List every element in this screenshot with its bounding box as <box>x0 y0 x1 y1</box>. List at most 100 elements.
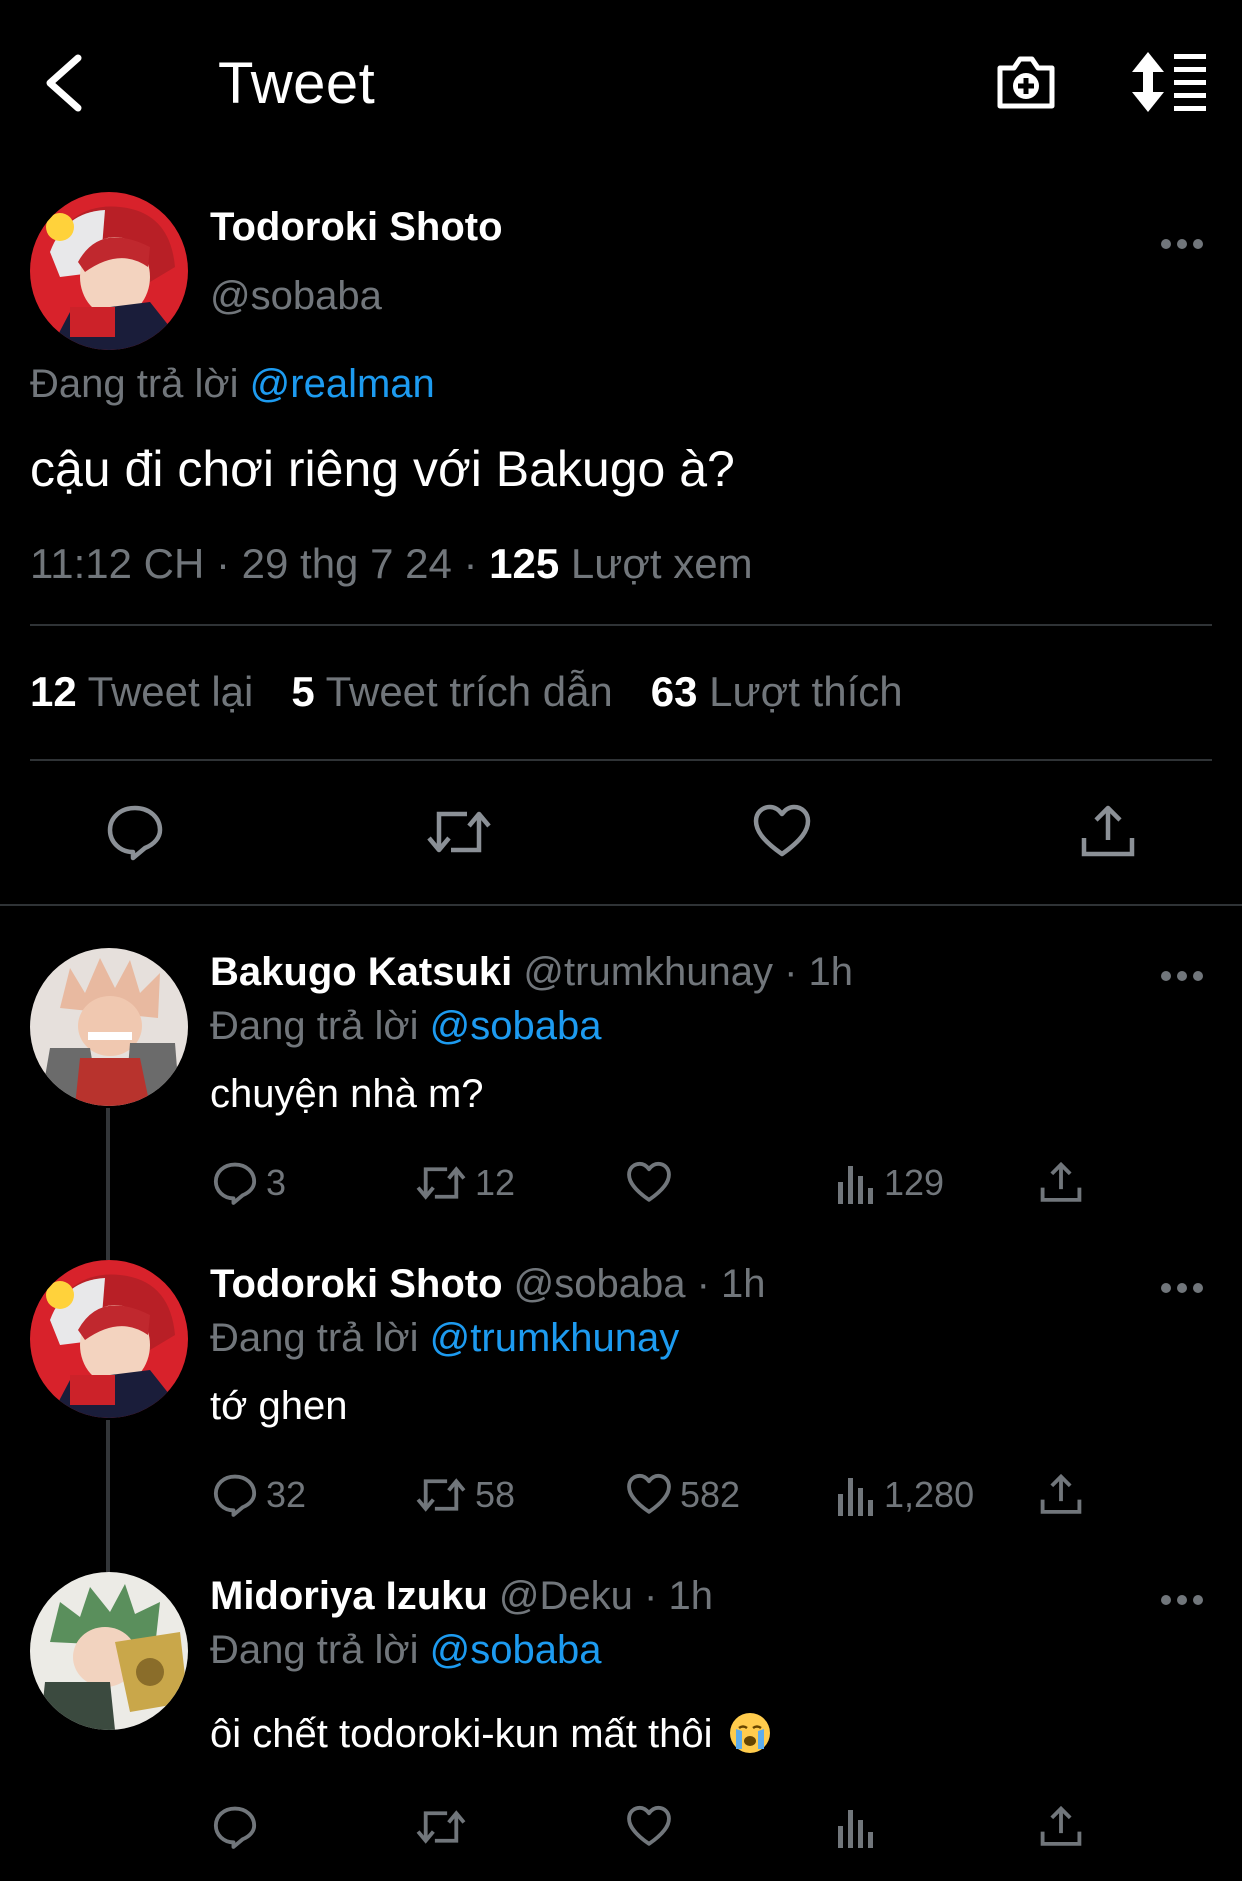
reply-header: Bakugo Katsuki @trumkhunay · 1h <box>210 950 853 995</box>
reply-author-name[interactable]: Bakugo Katsuki <box>210 950 512 994</box>
avatar-todoroki[interactable] <box>30 192 188 350</box>
more-button[interactable] <box>1160 1593 1204 1607</box>
reply-handle-time[interactable]: @Deku · 1h <box>488 1574 713 1618</box>
reply-prefix: Đang trả lời <box>210 1004 430 1048</box>
back-arrow-icon <box>46 54 82 112</box>
like-icon <box>627 1161 671 1202</box>
share-icon <box>1040 1805 1082 1846</box>
divider <box>0 904 1242 906</box>
quotes-label: Tweet trích dẫn <box>314 668 613 715</box>
retweets-count: 12 <box>30 668 77 715</box>
views-count: 125 <box>489 540 560 587</box>
retweet-count: 12 <box>475 1162 516 1203</box>
like-button[interactable] <box>752 802 812 862</box>
likes-label: Lượt thích <box>697 668 903 715</box>
reply-context: Đang trả lời @sobaba <box>210 1004 602 1049</box>
top-bar: Tweet <box>0 0 1242 170</box>
retweet-count: 58 <box>475 1474 516 1515</box>
reply-count: 3 <box>266 1162 287 1203</box>
reply-to-link[interactable]: @sobaba <box>430 1628 602 1672</box>
views-icon <box>838 1478 873 1516</box>
retweets-label: Tweet lại <box>76 668 254 715</box>
sort-button[interactable] <box>1132 52 1208 112</box>
share-button[interactable] <box>1038 1472 1092 1518</box>
retweets-stat[interactable]: 12 Tweet lại <box>30 668 253 716</box>
avatar-bakugo[interactable] <box>30 948 188 1106</box>
like-icon <box>753 804 811 857</box>
views-count: 1,280 <box>884 1474 975 1515</box>
tweet-meta: 11:12 CH · 29 thg 7 24 · 125 Lượt xem <box>30 540 753 588</box>
reply-to-link[interactable]: @sobaba <box>430 1004 602 1048</box>
likes-stat[interactable]: 63 Lượt thích <box>651 668 903 716</box>
views-button[interactable]: 129 <box>836 1160 944 1206</box>
reply-button[interactable] <box>105 802 165 862</box>
midoriya-avatar-image <box>30 1572 188 1730</box>
reply-context: Đang trả lời @realman <box>30 362 435 407</box>
tweet-stats: 12 Tweet lại 5 Tweet trích dẫn 63 Lượt thí… <box>30 668 941 716</box>
share-button[interactable] <box>1038 1804 1092 1850</box>
views-button[interactable] <box>836 1804 884 1850</box>
reply-header: Midoriya Izuku @Deku · 1h <box>210 1574 713 1619</box>
like-icon <box>627 1805 671 1846</box>
more-icon <box>1161 1283 1203 1293</box>
reply-context: Đang trả lời @trumkhunay <box>210 1316 679 1361</box>
reply-text: ôi chết todoroki-kun mất thôi <box>210 1712 713 1756</box>
reply-to-link[interactable]: @trumkhunay <box>430 1316 680 1360</box>
avatar-midoriya[interactable] <box>30 1572 188 1730</box>
retweet-button[interactable]: 58 <box>415 1472 515 1518</box>
reply-button[interactable]: 32 <box>212 1472 306 1518</box>
retweet-button[interactable] <box>415 1804 475 1850</box>
author-handle[interactable]: @sobaba <box>210 274 382 319</box>
camera-button[interactable] <box>994 50 1058 114</box>
like-count: 582 <box>680 1474 741 1515</box>
reply-text: chuyện nhà m? <box>210 1072 484 1116</box>
share-button[interactable] <box>1038 1160 1092 1206</box>
bakugo-avatar-image <box>30 948 188 1106</box>
crying-emoji-icon <box>729 1713 770 1753</box>
share-icon <box>1081 805 1135 857</box>
divider <box>30 759 1212 761</box>
reply-author-name[interactable]: Todoroki Shoto <box>210 1262 503 1306</box>
reply-handle-time[interactable]: @trumkhunay · 1h <box>512 950 853 994</box>
more-button[interactable] <box>1160 1281 1204 1295</box>
reply-prefix: Đang trả lời <box>210 1628 430 1672</box>
views-button[interactable]: 1,280 <box>836 1472 974 1518</box>
reply-handle-time[interactable]: @sobaba · 1h <box>503 1262 766 1306</box>
views-icon <box>838 1166 873 1204</box>
reply-icon <box>107 805 163 861</box>
like-icon <box>627 1473 671 1514</box>
sort-icon <box>1132 52 1206 112</box>
more-button[interactable] <box>1160 969 1204 983</box>
quotes-stat[interactable]: 5 Tweet trích dẫn <box>291 668 612 716</box>
retweet-button[interactable]: 12 <box>415 1160 515 1206</box>
more-button[interactable] <box>1160 237 1204 251</box>
like-button[interactable] <box>626 1160 680 1206</box>
back-button[interactable] <box>40 52 90 114</box>
author-name[interactable]: Todoroki Shoto <box>210 205 503 250</box>
camera-plus-icon <box>997 56 1055 109</box>
todoroki-avatar-image <box>30 192 188 350</box>
retweet-button[interactable] <box>425 802 491 862</box>
reply-prefix: Đang trả lời <box>30 362 250 406</box>
tweet-timestamp: 11:12 CH · 29 thg 7 24 · <box>30 540 490 587</box>
views-label: Lượt xem <box>559 540 753 587</box>
reply-text: tớ ghen <box>210 1384 348 1428</box>
reply-button[interactable]: 3 <box>212 1160 286 1206</box>
like-button[interactable]: 582 <box>626 1472 740 1518</box>
page-title: Tweet <box>218 51 376 116</box>
reply-button[interactable] <box>212 1804 266 1850</box>
retweet-icon <box>427 811 491 853</box>
todoroki-avatar-image <box>30 1260 188 1418</box>
retweet-icon <box>416 1166 466 1200</box>
thread-line <box>106 1108 110 1260</box>
more-icon <box>1161 971 1203 981</box>
like-button[interactable] <box>626 1804 680 1850</box>
reply-prefix: Đang trả lời <box>210 1316 430 1360</box>
reply-icon <box>213 1162 257 1205</box>
views-count: 129 <box>884 1162 945 1203</box>
share-button[interactable] <box>1078 802 1138 862</box>
reply-to-link[interactable]: @realman <box>250 362 435 406</box>
avatar-todoroki[interactable] <box>30 1260 188 1418</box>
likes-count: 63 <box>650 668 698 715</box>
reply-author-name[interactable]: Midoriya Izuku <box>210 1574 488 1618</box>
